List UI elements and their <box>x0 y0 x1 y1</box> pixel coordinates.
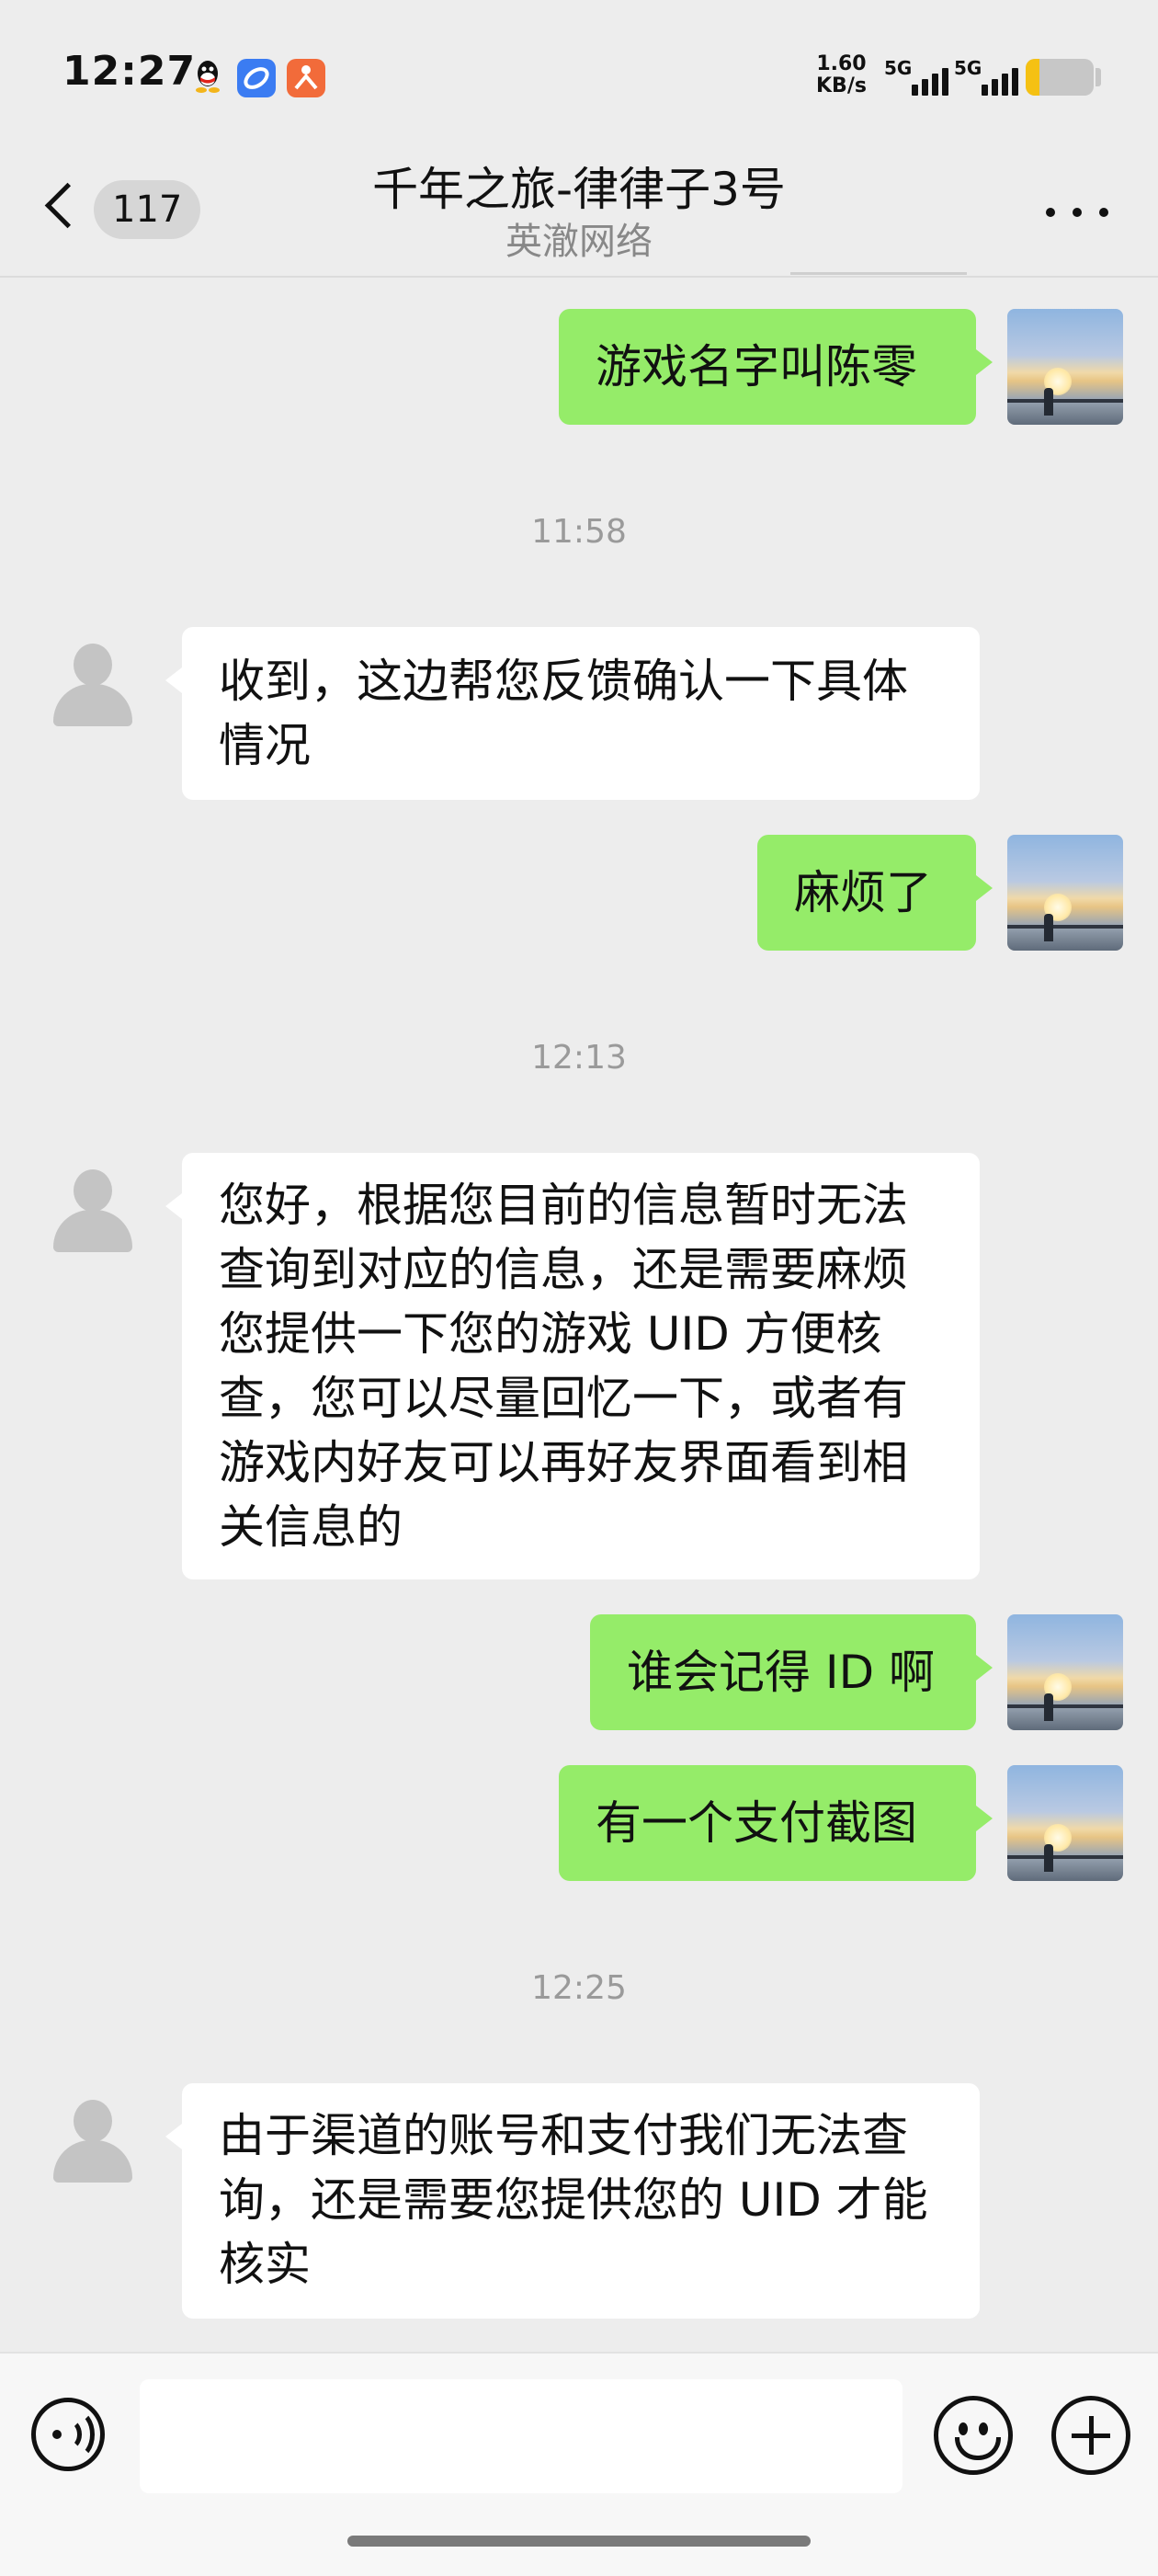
network-speed: 1.60 KB/s <box>816 53 867 97</box>
signal-strength-icon: 5G <box>884 57 948 97</box>
message-text: 谁会记得 ID 啊 <box>627 1646 936 1699</box>
message-bubble-incoming[interactable]: 由于渠道的账号和支付我们无法查询，还是需要您提供您的 UID 才能核实 <box>165 2083 980 2319</box>
battery-icon <box>1026 59 1094 96</box>
my-avatar[interactable] <box>1007 1614 1123 1730</box>
status-bar: 12:27 1.60 KB/s 5G 5G <box>0 0 1158 147</box>
network-speed-unit: KB/s <box>816 74 867 97</box>
message-text: 有一个支付截图 <box>596 1796 917 1850</box>
message-text: 收到，这边帮您反馈确认一下具体情况 <box>219 655 908 772</box>
message-timestamp: 12:25 <box>531 1969 627 2007</box>
signal-network-type: 5G <box>954 57 982 79</box>
qq-icon <box>196 61 220 93</box>
battery-tip <box>1096 68 1101 86</box>
message-bubble-outgoing[interactable]: 有一个支付截图 <box>559 1765 993 1881</box>
message-bubble-incoming[interactable]: 收到，这边帮您反馈确认一下具体情况 <box>165 627 980 800</box>
chat-subtitle: 英澈网络 <box>505 221 653 263</box>
contact-avatar[interactable] <box>35 1153 151 1269</box>
signal-strength-icon: 5G <box>954 57 1018 97</box>
message-bubble-outgoing[interactable]: 麻烦了 <box>757 835 993 951</box>
message-bubble-outgoing[interactable]: 游戏名字叫陈零 <box>559 309 993 425</box>
message-bubble-incoming[interactable]: 您好，根据您目前的信息暂时无法查询到对应的信息，还是需要麻烦您提供一下您的游戏 … <box>165 1153 980 1579</box>
blue-app-icon <box>237 59 276 97</box>
message-text: 您好，根据您目前的信息暂时无法查询到对应的信息，还是需要麻烦您提供一下您的游戏 … <box>219 1179 908 1554</box>
signal-network-type: 5G <box>884 57 913 79</box>
divider <box>790 272 967 275</box>
home-indicator[interactable] <box>347 2536 811 2547</box>
orange-app-icon <box>287 59 325 97</box>
status-time: 12:27 <box>62 48 197 95</box>
contact-avatar[interactable] <box>35 2083 151 2199</box>
my-avatar[interactable] <box>1007 835 1123 951</box>
more-functions-button[interactable] <box>1051 2396 1130 2475</box>
more-dots-icon <box>1046 208 1055 217</box>
voice-input-button[interactable] <box>31 2398 105 2471</box>
my-avatar[interactable] <box>1007 1765 1123 1881</box>
message-timestamp: 11:58 <box>531 513 627 551</box>
message-input[interactable] <box>140 2379 903 2493</box>
chat-title: 千年之旅-律律子3号 <box>372 163 786 216</box>
emoji-button[interactable] <box>934 2396 1013 2475</box>
emoji-icon <box>959 2422 968 2435</box>
message-text: 由于渠道的账号和支付我们无法查询，还是需要您提供您的 UID 才能核实 <box>219 2109 928 2291</box>
message-text: 游戏名字叫陈零 <box>596 340 917 393</box>
message-bubble-outgoing[interactable]: 谁会记得 ID 啊 <box>590 1614 993 1730</box>
contact-avatar[interactable] <box>35 627 151 743</box>
message-text: 麻烦了 <box>794 866 932 919</box>
my-avatar[interactable] <box>1007 309 1123 425</box>
network-speed-value: 1.60 <box>816 52 867 75</box>
message-timestamp: 12:13 <box>531 1039 627 1077</box>
chat-header: 117 千年之旅-律律子3号 英澈网络 <box>0 147 1158 278</box>
more-options-button[interactable] <box>1046 199 1108 226</box>
